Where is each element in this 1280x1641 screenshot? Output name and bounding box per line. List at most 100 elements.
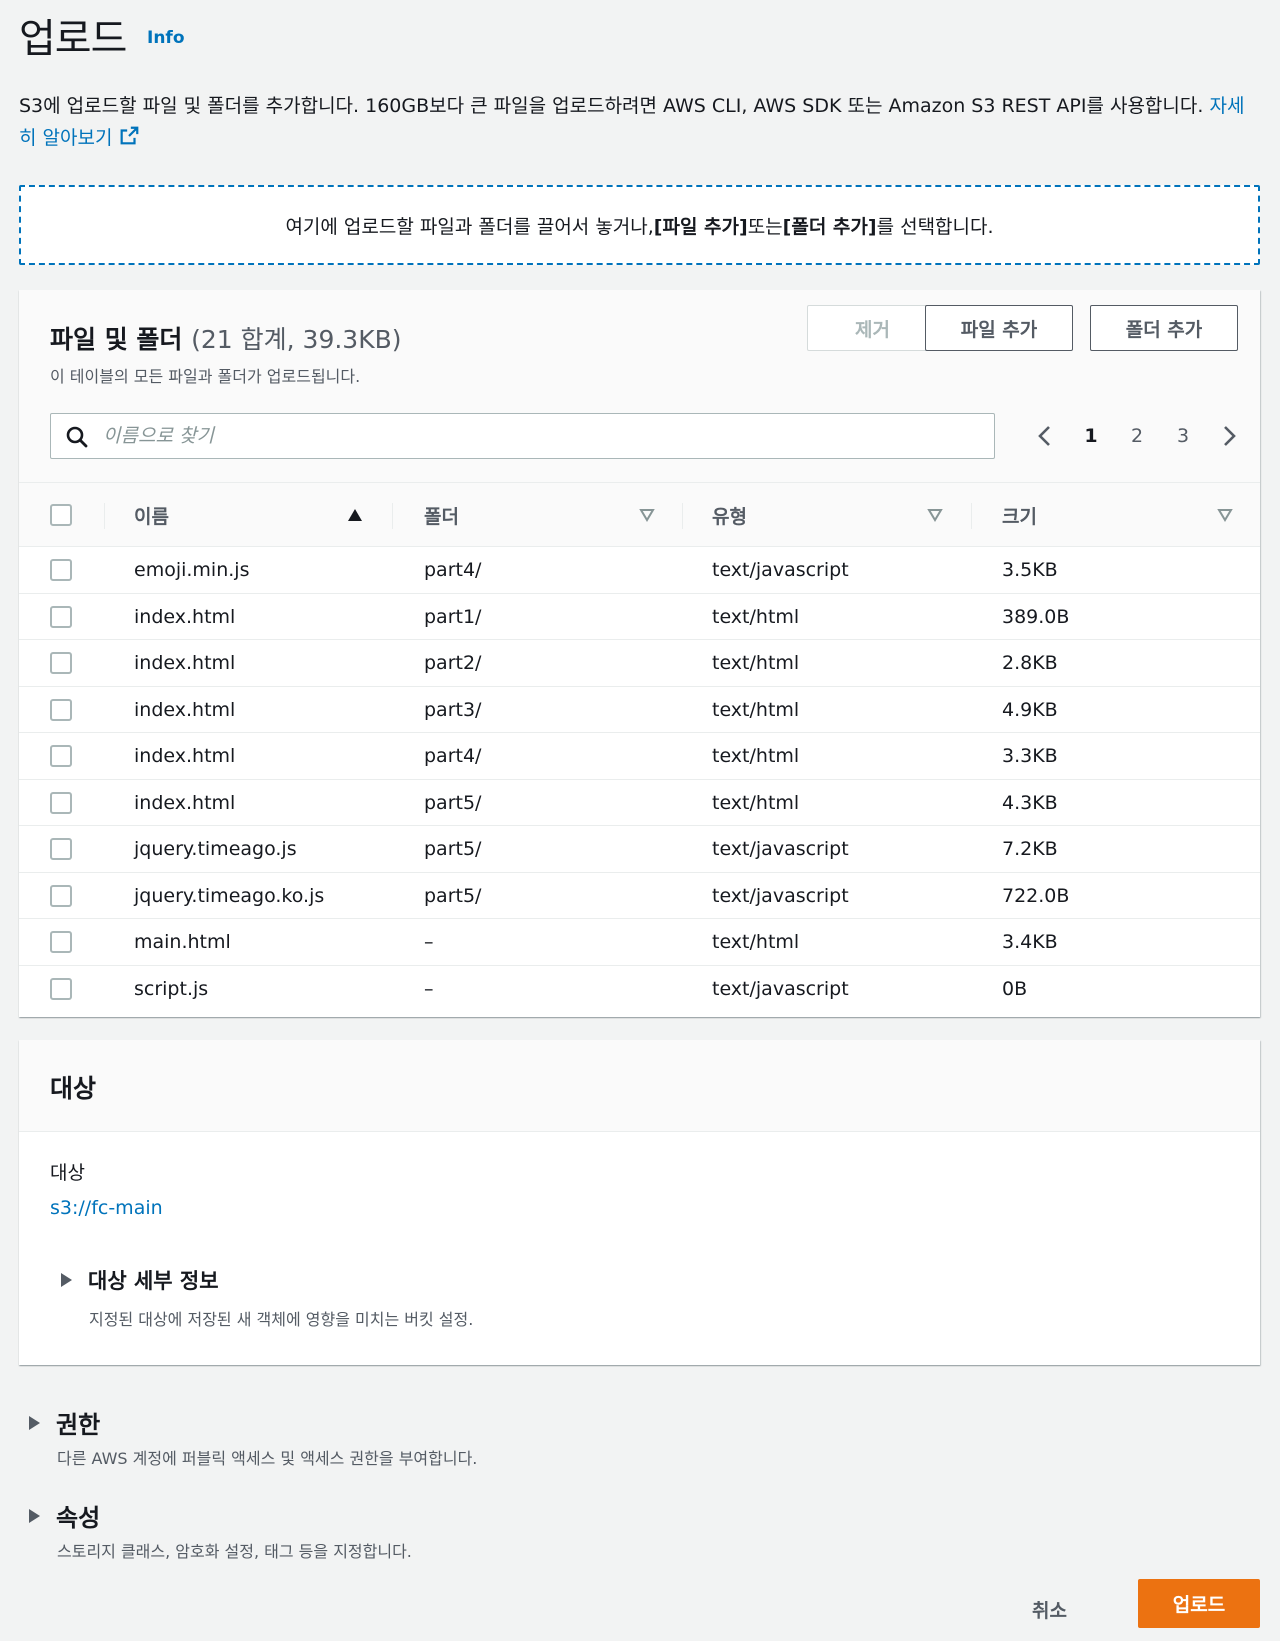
column-header-size-label: 크기 bbox=[1002, 505, 1037, 528]
files-panel-subtitle: 이 테이블의 모든 파일과 폴더가 업로드됩니다. bbox=[50, 367, 361, 386]
file-name-cell: jquery.timeago.ko.js bbox=[134, 884, 325, 907]
files-panel-title: 파일 및 폴더 (21 합계, 39.3KB) bbox=[50, 320, 402, 356]
dropzone-add-folder: [폴더 추가] bbox=[782, 215, 877, 238]
row-checkbox[interactable] bbox=[50, 559, 72, 581]
permissions-description: 다른 AWS 계정에 퍼블릭 액세스 및 액세스 권한을 부여합니다. bbox=[57, 1449, 478, 1468]
size-cell: 4.9KB bbox=[1002, 698, 1058, 721]
row-checkbox[interactable] bbox=[50, 745, 72, 767]
properties-title: 속성 bbox=[56, 1504, 101, 1532]
cancel-button[interactable]: 취소 bbox=[1032, 1586, 1067, 1632]
row-checkbox[interactable] bbox=[50, 791, 72, 814]
column-header-folder[interactable]: 폴더 bbox=[424, 483, 655, 547]
column-header-type[interactable]: 유형 bbox=[712, 483, 943, 547]
page-2-button[interactable]: 2 bbox=[1114, 425, 1160, 447]
description-text: S3에 업로드할 파일 및 폴더를 추가합니다. 160GB보다 큰 파일을 업… bbox=[19, 95, 1204, 117]
destination-details-expander[interactable]: 대상 세부 정보 bbox=[61, 1265, 219, 1295]
previous-page-button[interactable] bbox=[1022, 413, 1068, 459]
properties-description: 스토리지 클래스, 암호화 설정, 태그 등을 지정합니다. bbox=[57, 1542, 412, 1561]
table-row[interactable]: index.html part4/ text/html 3.3KB bbox=[19, 733, 1260, 780]
folder-cell: – bbox=[424, 977, 434, 1000]
permissions-title: 권한 bbox=[56, 1411, 101, 1439]
table-row[interactable]: jquery.timeago.ko.js part5/ text/javascr… bbox=[19, 873, 1260, 919]
add-files-button[interactable]: 파일 추가 bbox=[925, 305, 1073, 351]
size-cell: 7.2KB bbox=[1002, 838, 1058, 860]
column-divider bbox=[104, 503, 105, 529]
size-cell: 0B bbox=[1002, 977, 1028, 1000]
column-divider bbox=[971, 503, 972, 529]
type-cell: text/javascript bbox=[712, 559, 849, 581]
size-cell: 389.0B bbox=[1002, 605, 1070, 628]
file-name-cell: emoji.min.js bbox=[134, 559, 250, 581]
column-divider bbox=[682, 503, 683, 529]
files-and-folders-panel: 파일 및 폴더 (21 합계, 39.3KB) 이 테이블의 모든 파일과 폴더… bbox=[19, 290, 1260, 1017]
destination-header: 대상 bbox=[19, 1040, 1260, 1132]
folder-cell: part4/ bbox=[424, 559, 482, 581]
page-3-button[interactable]: 3 bbox=[1160, 425, 1206, 447]
column-header-name[interactable]: 이름 bbox=[134, 483, 363, 547]
pagination: 1 2 3 bbox=[1022, 413, 1252, 459]
search-input[interactable] bbox=[103, 414, 983, 458]
remove-button[interactable]: 제거 bbox=[807, 305, 938, 351]
row-checkbox[interactable] bbox=[50, 838, 72, 860]
info-link[interactable]: Info bbox=[147, 28, 185, 48]
row-checkbox[interactable] bbox=[50, 698, 72, 721]
type-cell: text/javascript bbox=[712, 838, 849, 860]
file-name-cell: index.html bbox=[134, 698, 236, 721]
folder-cell: part1/ bbox=[424, 605, 482, 628]
dropzone-middle: 또는 bbox=[747, 215, 783, 238]
type-cell: text/javascript bbox=[712, 884, 849, 907]
search-icon bbox=[66, 426, 88, 448]
row-checkbox[interactable] bbox=[50, 652, 72, 674]
dropzone-add-files: [파일 추가] bbox=[653, 215, 748, 238]
type-cell: text/html bbox=[712, 931, 800, 953]
table-row[interactable]: index.html part2/ text/html 2.8KB bbox=[19, 640, 1260, 687]
add-folder-button[interactable]: 폴더 추가 bbox=[1090, 305, 1238, 351]
destination-label: 대상 bbox=[50, 1162, 85, 1184]
row-checkbox[interactable] bbox=[50, 884, 72, 907]
files-count: (21 합계, 39.3KB) bbox=[191, 325, 402, 354]
table-row[interactable]: jquery.timeago.js part5/ text/javascript… bbox=[19, 826, 1260, 873]
files-panel-title-text: 파일 및 폴더 bbox=[50, 325, 183, 354]
column-header-type-label: 유형 bbox=[712, 505, 747, 528]
permissions-expander[interactable]: 권한 bbox=[29, 1405, 100, 1440]
sort-ascending-icon bbox=[348, 509, 362, 521]
type-cell: text/javascript bbox=[712, 977, 849, 1000]
size-cell: 722.0B bbox=[1002, 884, 1070, 907]
caret-right-icon bbox=[61, 1273, 72, 1287]
type-cell: text/html bbox=[712, 745, 800, 767]
size-cell: 3.4KB bbox=[1002, 931, 1058, 953]
files-table-body: emoji.min.js part4/ text/javascript 3.5K… bbox=[19, 547, 1260, 1012]
row-checkbox[interactable] bbox=[50, 931, 72, 953]
file-name-cell: index.html bbox=[134, 791, 236, 814]
destination-title: 대상 bbox=[50, 1074, 97, 1103]
table-header: 이름 폴더 유형 크기 bbox=[19, 483, 1260, 547]
files-panel-header: 파일 및 폴더 (21 합계, 39.3KB) 이 테이블의 모든 파일과 폴더… bbox=[19, 290, 1260, 483]
folder-cell: – bbox=[424, 931, 434, 953]
select-all-checkbox[interactable] bbox=[50, 504, 72, 526]
table-row[interactable]: index.html part5/ text/html 4.3KB bbox=[19, 780, 1260, 826]
folder-cell: part5/ bbox=[424, 838, 482, 860]
table-row[interactable]: main.html – text/html 3.4KB bbox=[19, 919, 1260, 966]
row-checkbox[interactable] bbox=[50, 977, 72, 1000]
destination-bucket-link[interactable]: s3://fc-main bbox=[50, 1197, 163, 1219]
sort-icon bbox=[1217, 509, 1233, 522]
column-header-size[interactable]: 크기 bbox=[1002, 483, 1233, 547]
table-row[interactable]: script.js – text/javascript 0B bbox=[19, 966, 1260, 1013]
next-page-button[interactable] bbox=[1206, 413, 1252, 459]
file-name-cell: script.js bbox=[134, 977, 209, 1000]
destination-panel: 대상 대상 s3://fc-main 대상 세부 정보 지정된 대상에 저장된 … bbox=[19, 1040, 1260, 1365]
page-1-button[interactable]: 1 bbox=[1068, 425, 1114, 447]
table-row[interactable]: index.html part3/ text/html 4.9KB bbox=[19, 687, 1260, 733]
size-cell: 3.5KB bbox=[1002, 559, 1058, 581]
row-checkbox[interactable] bbox=[50, 605, 72, 628]
folder-cell: part4/ bbox=[424, 745, 482, 767]
table-row[interactable]: index.html part1/ text/html 389.0B bbox=[19, 594, 1260, 640]
table-row[interactable]: emoji.min.js part4/ text/javascript 3.5K… bbox=[19, 547, 1260, 594]
dropzone-text-after: 를 선택합니다. bbox=[876, 215, 994, 238]
external-link-icon bbox=[121, 126, 139, 145]
upload-button[interactable]: 업로드 bbox=[1138, 1579, 1260, 1628]
drop-zone[interactable]: 여기에 업로드할 파일과 폴더를 끌어서 놓거나, [파일 추가] 또는 [폴더… bbox=[19, 185, 1260, 265]
type-cell: text/html bbox=[712, 605, 800, 628]
file-name-cell: index.html bbox=[134, 652, 236, 674]
properties-expander[interactable]: 속성 bbox=[29, 1498, 100, 1533]
